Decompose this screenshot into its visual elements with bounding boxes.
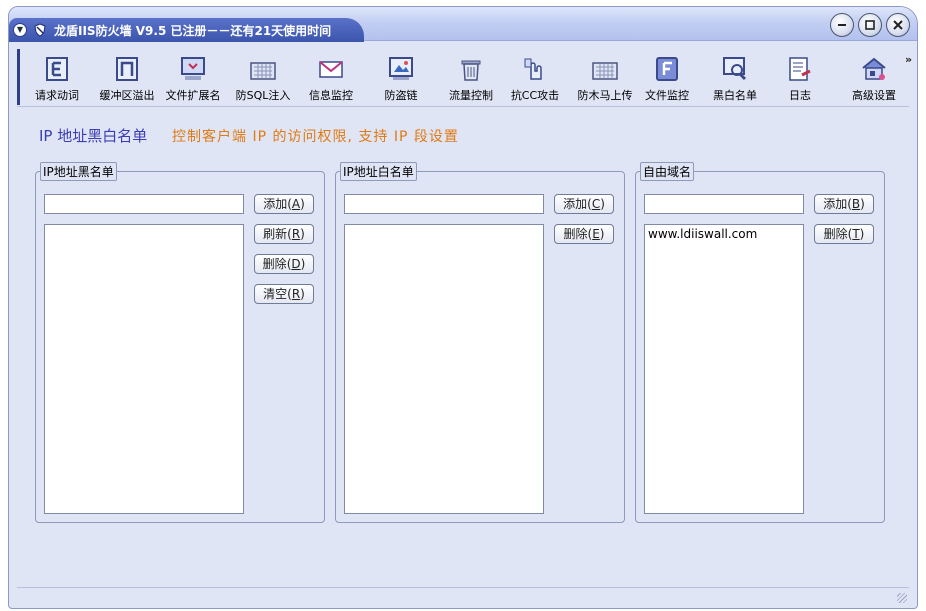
- status-bar: [17, 587, 909, 605]
- whitelist-group-title: IP地址白名单: [340, 162, 417, 181]
- toolbar-button-13[interactable]: 高级设置: [840, 51, 908, 103]
- system-menu-icon[interactable]: ▼: [13, 23, 27, 37]
- whitelist-listbox[interactable]: [344, 224, 544, 514]
- whitelist-group: IP地址白名单 添加(C) 删除(E): [335, 162, 625, 523]
- resize-grip-icon[interactable]: [897, 593, 907, 603]
- maximize-icon: [865, 20, 875, 30]
- close-button[interactable]: [886, 13, 910, 37]
- toolbar-button-2[interactable]: 缓冲区溢出: [94, 51, 160, 103]
- whitelist-delete-button[interactable]: 删除(E): [554, 224, 614, 244]
- house-icon: [862, 57, 886, 80]
- page-subtitle: 控制客户端 IP 的访问权限, 支持 IP 段设置: [172, 129, 459, 145]
- toolbar: 请求动词 缓冲区溢出 文件扩展名 防SQL注入 信息监控 防盗链 流量控制 抗CC攻击 防木马上…: [17, 49, 909, 105]
- domain-input[interactable]: [644, 194, 804, 214]
- window-title: 龙盾IIS防火墙 V9.5 已注册－－还有21天使用时间: [54, 24, 332, 38]
- minimize-button[interactable]: [830, 13, 854, 37]
- toolbar-button-label: 防盗链: [384, 89, 418, 102]
- magnifier-monitor-icon: [723, 57, 747, 81]
- keyboard-icon: [250, 62, 276, 80]
- envelope-icon: [319, 61, 343, 78]
- toolbar-button-9[interactable]: 防木马上传: [572, 51, 638, 103]
- toolbar-button-5[interactable]: 信息监控: [302, 51, 360, 103]
- toolbar-button-label: 流量控制: [449, 89, 493, 102]
- toolbar-button-label: 缓冲区溢出: [99, 89, 155, 102]
- maximize-button[interactable]: [858, 13, 882, 37]
- toolbar-button-4[interactable]: 防SQL注入: [230, 51, 296, 103]
- toolbar-button-label: 文件监控: [645, 89, 689, 102]
- toolbar-button-label: 高级设置: [852, 89, 896, 102]
- list-item[interactable]: www.ldiiswall.com: [648, 227, 800, 241]
- hand-pointer-icon: [524, 58, 542, 80]
- blacklist-clear-button[interactable]: 清空(R): [254, 284, 314, 304]
- close-icon: [893, 20, 903, 30]
- blacklist-group: IP地址黑名单 添加(A) 刷新(R) 删除(D) 清空(R): [35, 162, 325, 523]
- trash-bin-icon: [461, 60, 481, 81]
- minimize-icon: [838, 24, 846, 26]
- toolbar-button-8[interactable]: 抗CC攻击: [506, 51, 564, 103]
- toolbar-divider: [17, 106, 909, 107]
- document-pen-icon: [789, 57, 811, 81]
- toolbar-button-6[interactable]: 防盗链: [372, 51, 430, 103]
- domain-listbox[interactable]: www.ldiiswall.com: [644, 224, 804, 514]
- blacklist-listbox[interactable]: [44, 224, 244, 514]
- title-bar: ▼ 龙盾IIS防火墙 V9.5 已注册－－还有21天使用时间: [9, 7, 917, 42]
- monitor-heart-icon: [181, 57, 205, 80]
- domain-add-button[interactable]: 添加(B): [814, 194, 874, 214]
- shield-icon: [34, 23, 46, 37]
- whitelist-ip-input[interactable]: [344, 194, 544, 214]
- toolbar-button-label: 请求动词: [35, 89, 79, 102]
- blacklist-refresh-button[interactable]: 刷新(R): [254, 224, 314, 244]
- page-title: IP 地址黑白名单: [39, 127, 148, 145]
- toolbar-more-button[interactable]: »: [905, 53, 912, 66]
- toolbar-button-11[interactable]: 黑白名单: [704, 51, 766, 103]
- blacklist-ip-input[interactable]: [44, 194, 244, 214]
- main-window: ▼ 龙盾IIS防火墙 V9.5 已注册－－还有21天使用时间 请求动词 缓冲区溢出…: [8, 6, 918, 609]
- toolbar-button-label: 抗CC攻击: [510, 89, 560, 102]
- toolbar-button-label: 信息监控: [309, 89, 353, 102]
- letter-f-icon: [656, 57, 678, 81]
- domain-group-title: 自由域名: [640, 162, 695, 181]
- toolbar-button-label: 防木马上传: [577, 89, 633, 102]
- toolbar-button-1[interactable]: 请求动词: [26, 51, 88, 103]
- domain-delete-button[interactable]: 删除(T): [814, 224, 874, 244]
- letter-e-icon: [46, 57, 68, 81]
- blacklist-group-title: IP地址黑名单: [40, 162, 117, 181]
- toolbar-button-label: 防SQL注入: [235, 89, 291, 102]
- picture-icon: [389, 57, 413, 80]
- domain-group: 自由域名 www.ldiiswall.com 添加(B) 删除(T): [635, 162, 885, 523]
- whitelist-add-button[interactable]: 添加(C): [554, 194, 614, 214]
- toolbar-button-10[interactable]: 文件监控: [638, 51, 696, 103]
- toolbar-button-3[interactable]: 文件扩展名: [160, 51, 226, 103]
- toolbar-button-label: 黑白名单: [713, 89, 757, 102]
- toolbar-button-label: 日志: [789, 89, 811, 102]
- letter-n-icon: [116, 57, 138, 81]
- toolbar-button-7[interactable]: 流量控制: [438, 51, 504, 103]
- blacklist-delete-button[interactable]: 删除(D): [254, 254, 314, 274]
- blacklist-add-button[interactable]: 添加(A): [254, 194, 314, 214]
- keyboard-icon: [592, 62, 618, 80]
- toolbar-button-12[interactable]: 日志: [778, 51, 822, 103]
- toolbar-button-label: 文件扩展名: [165, 89, 221, 102]
